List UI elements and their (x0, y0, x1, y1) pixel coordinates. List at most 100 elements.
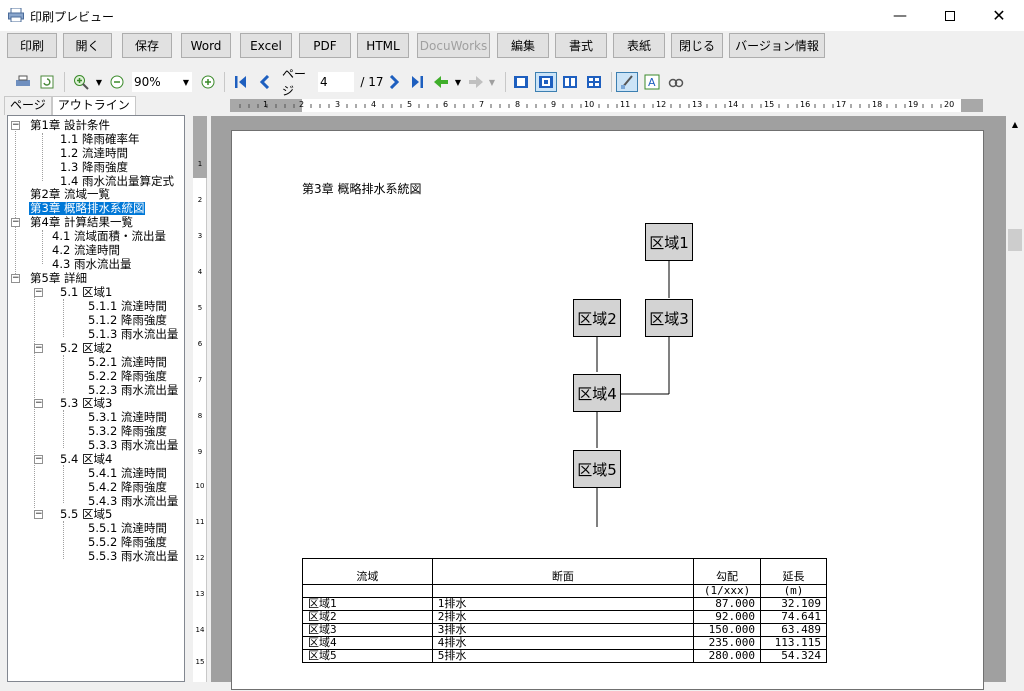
horizontal-ruler: 1 2 3 4 5 6 7 8 9 10 11 12 13 14 15 16 17 18 19 20 (230, 99, 983, 112)
tree-item-5-1-3[interactable]: 5.1.3 雨水流出量 (88, 328, 178, 341)
page-number-input[interactable]: 4 (318, 72, 354, 92)
zoom-dropdown-icon[interactable]: ▼ (93, 72, 105, 92)
tree-item-5-2[interactable]: 5.2 区域2 (60, 342, 112, 355)
chevron-down-icon: ▼ (182, 77, 189, 87)
cell-section: 2排水 (431, 609, 695, 624)
tree-item-5-4-2[interactable]: 5.4.2 降雨強度 (88, 481, 167, 494)
tree-item-5-1-1[interactable]: 5.1.1 流達時間 (88, 300, 167, 313)
collapse-toggle-ch5[interactable]: − (11, 274, 20, 283)
last-page-icon[interactable] (408, 72, 426, 92)
tree-item-ch2[interactable]: 第2章 流域一覧 (30, 188, 110, 201)
tree-item-5-1[interactable]: 5.1 区域1 (60, 286, 112, 299)
collapse-toggle-5-4[interactable]: − (34, 455, 43, 464)
previous-page-icon[interactable] (257, 72, 273, 92)
single-page-view-icon[interactable] (511, 72, 531, 92)
zoom-select[interactable]: 90% ▼ (132, 72, 192, 92)
preview-area[interactable]: 第3章 概略排水系統図 区域1 区域2 区域3 区域4 区域5 流域 断面 勾配… (211, 116, 1006, 690)
find-icon[interactable] (666, 72, 686, 92)
tree-item-5-3[interactable]: 5.3 区域3 (60, 397, 112, 410)
vertical-ruler: 1 2 3 4 5 6 7 8 9 10 11 12 13 14 15 (193, 116, 207, 682)
cover-button[interactable]: 表紙 (613, 33, 665, 58)
close-window-button[interactable]: ✕ (976, 0, 1022, 31)
tree-item-1-3[interactable]: 1.3 降雨強度 (60, 161, 128, 174)
minimize-button[interactable]: — (877, 0, 923, 31)
sidebar-tabs: ページ アウトライン (4, 96, 136, 115)
next-page-icon[interactable] (386, 72, 402, 92)
tree-item-ch1[interactable]: 第1章 設計条件 (30, 119, 110, 132)
save-button[interactable]: 保存 (122, 33, 172, 58)
tree-item-5-2-1[interactable]: 5.2.1 流達時間 (88, 356, 167, 369)
print-button[interactable]: 印刷 (7, 33, 57, 58)
refresh-icon[interactable] (38, 72, 56, 92)
tree-item-4-1[interactable]: 4.1 流域面積・流出量 (52, 230, 166, 243)
collapse-toggle-5-3[interactable]: − (34, 399, 43, 408)
collapse-toggle-ch4[interactable]: − (11, 218, 20, 227)
fit-page-view-icon[interactable] (535, 72, 557, 92)
first-page-icon[interactable] (232, 72, 250, 92)
zoom-out-icon[interactable] (109, 72, 125, 92)
pdf-button[interactable]: PDF (299, 33, 351, 58)
zoom-in-icon[interactable] (72, 72, 90, 92)
collapse-toggle-5-1[interactable]: − (34, 288, 43, 297)
tree-item-5-5-3[interactable]: 5.5.3 雨水流出量 (88, 550, 178, 563)
basin-node-4: 区域4 (573, 374, 621, 412)
cell-basin: 区域1 (302, 596, 433, 611)
forward-arrow-icon[interactable] (467, 72, 485, 92)
tree-item-4-3[interactable]: 4.3 雨水流出量 (52, 258, 131, 271)
basin-node-3: 区域3 (645, 299, 693, 337)
back-arrow-icon[interactable] (432, 72, 450, 92)
collapse-toggle-5-2[interactable]: − (34, 344, 43, 353)
edit-button[interactable]: 編集 (497, 33, 549, 58)
tree-item-ch3[interactable]: 第3章 概略排水系統図 (29, 202, 146, 215)
tree-item-5-5[interactable]: 5.5 区域5 (60, 508, 112, 521)
scroll-up-icon[interactable]: ▲ (1006, 116, 1024, 133)
excel-button[interactable]: Excel (240, 33, 292, 58)
four-page-view-icon[interactable] (584, 72, 604, 92)
tree-item-1-1[interactable]: 1.1 降雨確率年 (60, 133, 139, 146)
basin-node-1: 区域1 (645, 223, 693, 261)
collapse-toggle-ch1[interactable]: − (11, 121, 20, 130)
version-info-button[interactable]: バージョン情報 (729, 33, 825, 58)
docuworks-button[interactable]: DocuWorks (417, 33, 490, 58)
tree-item-4-2[interactable]: 4.2 流達時間 (52, 244, 120, 257)
html-button[interactable]: HTML (357, 33, 409, 58)
tree-item-5-3-2[interactable]: 5.3.2 降雨強度 (88, 425, 167, 438)
cell-slope: 87.000 (693, 596, 762, 611)
tree-item-5-3-3[interactable]: 5.3.3 雨水流出量 (88, 439, 178, 452)
close-icon: ✕ (992, 6, 1006, 25)
vertical-scrollbar[interactable]: ▲ (1006, 116, 1024, 682)
tab-page[interactable]: ページ (4, 96, 52, 115)
close-button[interactable]: 閉じる (671, 33, 723, 58)
scroll-thumb[interactable] (1008, 229, 1022, 251)
collapse-toggle-5-5[interactable]: − (34, 510, 43, 519)
word-button[interactable]: Word (181, 33, 231, 58)
tree-item-5-5-1[interactable]: 5.5.1 流達時間 (88, 522, 167, 535)
hand-tool-icon[interactable] (616, 72, 638, 92)
tree-item-5-3-1[interactable]: 5.3.1 流達時間 (88, 411, 167, 424)
outline-tree: − 第1章 設計条件 1.1 降雨確率年 1.2 流達時間 1.3 降雨強度 1… (7, 115, 185, 682)
format-button[interactable]: 書式 (555, 33, 607, 58)
page-total: / 17 (360, 75, 384, 89)
maximize-button[interactable] (927, 0, 973, 31)
open-button[interactable]: 開く (63, 33, 112, 58)
tree-item-5-4[interactable]: 5.4 区域4 (60, 453, 112, 466)
tab-outline[interactable]: アウトライン (51, 96, 136, 115)
tree-item-ch4[interactable]: 第4章 計算結果一覧 (30, 216, 133, 229)
tree-item-5-4-1[interactable]: 5.4.1 流達時間 (88, 467, 167, 480)
tree-item-ch5[interactable]: 第5章 詳細 (30, 272, 87, 285)
header-basin: 流域 (302, 571, 433, 585)
tree-item-5-2-2[interactable]: 5.2.2 降雨強度 (88, 370, 167, 383)
cell-section: 1排水 (431, 596, 695, 611)
tree-item-5-5-2[interactable]: 5.5.2 降雨強度 (88, 536, 167, 549)
printer-icon (8, 8, 24, 22)
cell-slope: 150.000 (693, 622, 762, 637)
text-select-icon[interactable]: A (642, 72, 662, 92)
two-page-view-icon[interactable] (560, 72, 580, 92)
forward-dropdown-icon[interactable]: ▼ (487, 72, 497, 92)
cell-length: 63.489 (760, 622, 827, 637)
print-setup-icon[interactable] (14, 72, 32, 92)
tree-item-1-2[interactable]: 1.2 流達時間 (60, 147, 128, 160)
zoom-plus-icon[interactable] (200, 72, 216, 92)
back-dropdown-icon[interactable]: ▼ (453, 72, 463, 92)
tree-item-5-1-2[interactable]: 5.1.2 降雨強度 (88, 314, 167, 327)
